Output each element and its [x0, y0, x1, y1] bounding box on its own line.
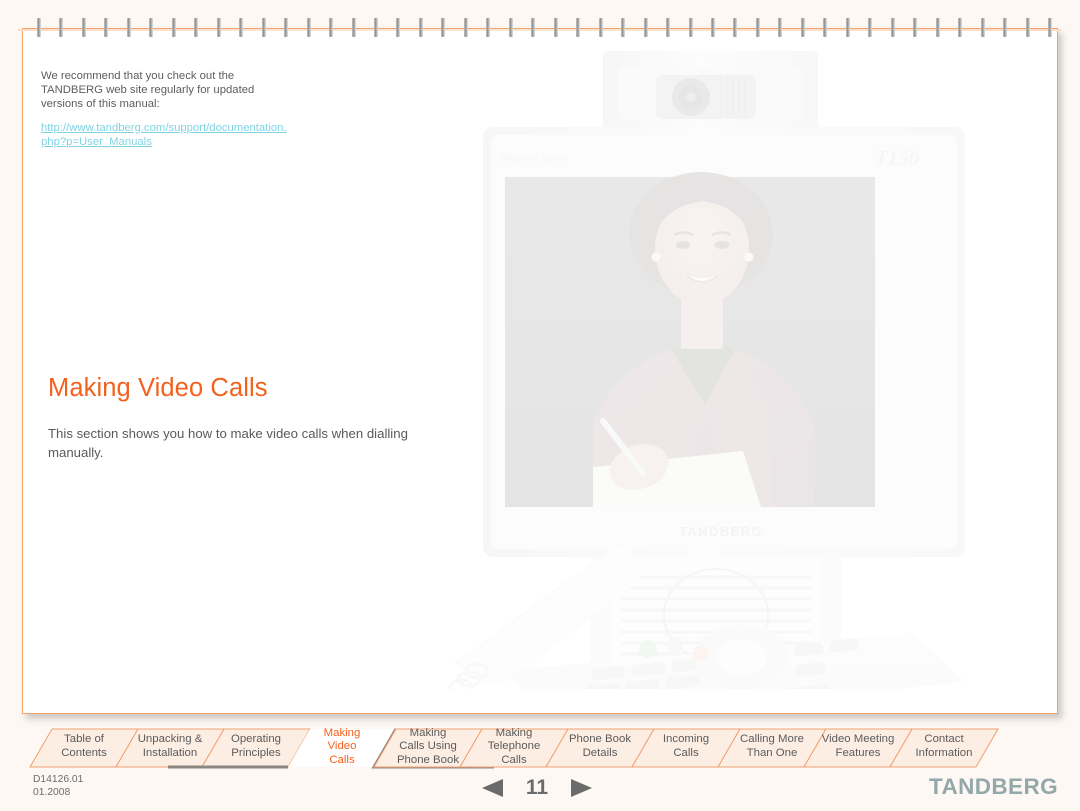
- spiral-ring: [374, 18, 378, 37]
- spiral-ring: [823, 18, 828, 37]
- manual-update-note: We recommend that you check out the TAND…: [41, 69, 291, 150]
- spiral-ring: [351, 18, 356, 37]
- tandberg-logo: TANDBERG: [928, 774, 1058, 799]
- spiral-ring: [239, 18, 244, 37]
- monitor: Welcome Series T150 TANDBERG: [483, 127, 965, 557]
- spiral-ring: [980, 18, 985, 37]
- spiral-ring: [576, 18, 581, 37]
- svg-text:TANDBERG: TANDBERG: [679, 524, 763, 539]
- spiral-ring: [441, 18, 446, 37]
- spiral-ring: [171, 18, 176, 37]
- spiral-ring: [508, 18, 513, 37]
- spiral-ring: [486, 18, 491, 37]
- spiral-ring: [1003, 18, 1008, 37]
- spiral-ring: [37, 18, 41, 37]
- current-page-number: 11: [525, 776, 549, 799]
- page-footer: D14126.01 01.2008 11 TANDBERG: [0, 772, 1080, 811]
- speaker-column: [591, 557, 841, 689]
- spiral-ring: [396, 18, 401, 37]
- spiral-ring: [261, 18, 266, 37]
- spiral-ring: [306, 18, 311, 37]
- spiral-ring: [329, 18, 334, 37]
- spiral-ring: [711, 18, 715, 37]
- doc-id-value: D14126.01: [33, 774, 84, 785]
- spiral-ring: [463, 18, 468, 37]
- screen-person-photo: [593, 172, 815, 507]
- spiral-ring: [643, 18, 648, 37]
- documentation-link[interactable]: http://www.tandberg.com/support/document…: [41, 121, 291, 149]
- spiral-ring: [621, 18, 626, 37]
- spiral-ring: [553, 18, 558, 37]
- spiral-ring: [890, 18, 895, 37]
- spiral-ring: [688, 18, 693, 37]
- svg-text:Welcome Series: Welcome Series: [501, 153, 567, 163]
- spiral-ring: [1025, 18, 1030, 37]
- spiral-ring: [104, 18, 109, 37]
- spiral-ring: [194, 18, 199, 37]
- spiral-ring: [666, 18, 671, 37]
- chapter-tab-bar[interactable]: Table of Contents Unpacking & Installation O…: [0, 722, 1080, 776]
- page-title: Making Video Calls: [48, 374, 268, 402]
- spiral-ring: [958, 18, 963, 37]
- manual-page-sheet: Welcome Series T150 TANDBERG We recommen…: [22, 28, 1058, 714]
- spiral-ring: [845, 18, 850, 37]
- document-id-block: D14126.01 01.2008: [33, 774, 83, 799]
- section-description: This section shows you how to make video…: [48, 426, 408, 460]
- doc-date-value: 01.2008: [33, 786, 71, 798]
- phone-base: [503, 625, 965, 689]
- svg-text:T150: T150: [875, 146, 920, 170]
- spiral-ring: [59, 18, 64, 37]
- spiral-ring: [149, 18, 154, 37]
- spiral-ring: [935, 18, 940, 37]
- spiral-ring: [800, 18, 805, 37]
- spiral-ring: [1048, 18, 1052, 37]
- page-navigation[interactable]: 11: [462, 772, 612, 804]
- spiral-ring: [868, 18, 873, 37]
- handset: [448, 545, 641, 689]
- camera-module: [603, 51, 818, 133]
- spiral-ring: [733, 18, 738, 37]
- spiral-binding: [0, 0, 1080, 37]
- spiral-ring: [216, 18, 221, 37]
- spiral-ring: [913, 18, 918, 37]
- tandberg-videophone-illustration: Welcome Series T150 TANDBERG: [443, 49, 1043, 689]
- spiral-ring: [284, 18, 289, 37]
- spiral-ring: [755, 18, 760, 37]
- next-page-icon[interactable]: [567, 777, 595, 799]
- spiral-ring: [81, 18, 86, 37]
- spiral-ring: [418, 18, 423, 37]
- spiral-ring: [126, 18, 131, 37]
- spiral-ring: [531, 18, 536, 37]
- note-paragraph: We recommend that you check out the TAND…: [41, 70, 255, 111]
- previous-page-icon[interactable]: [479, 777, 507, 799]
- spiral-ring: [778, 18, 783, 37]
- spiral-ring: [598, 18, 603, 37]
